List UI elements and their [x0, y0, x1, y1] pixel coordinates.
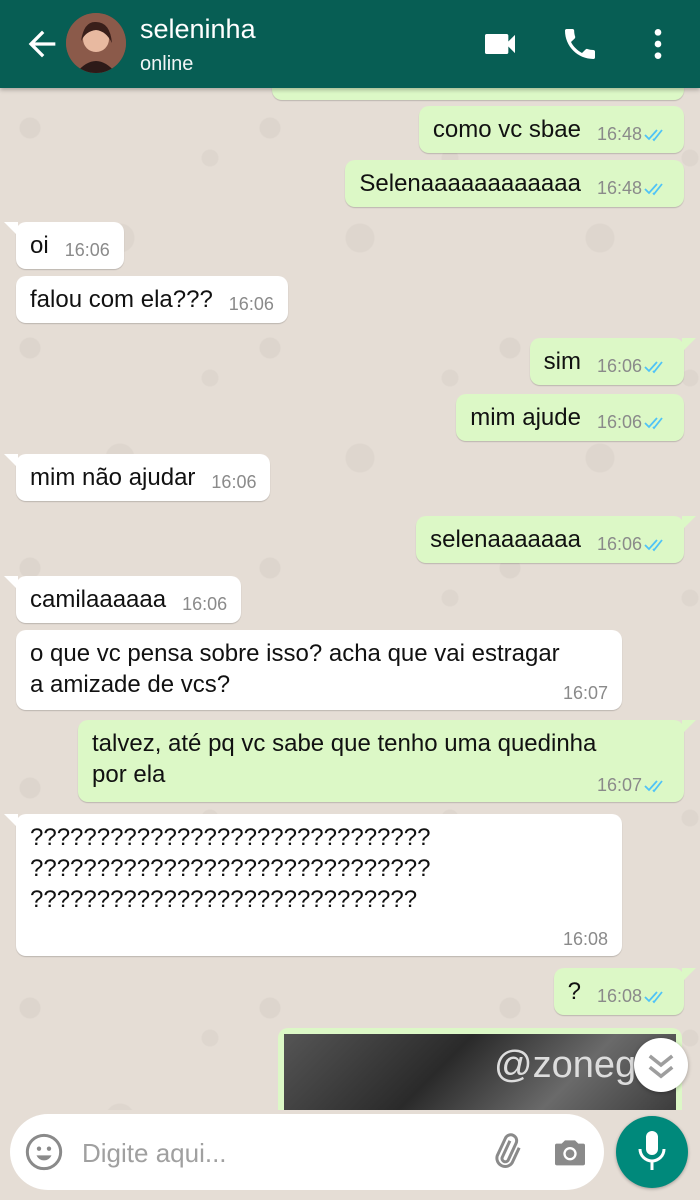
message-text: selenaaaaaaa — [430, 526, 581, 553]
message-time: 16:08 — [597, 986, 670, 1007]
message-bubble-partial — [272, 88, 684, 100]
double-check-icon — [644, 417, 663, 430]
camera-icon[interactable] — [550, 1132, 590, 1172]
message-time: 16:48 — [597, 124, 670, 145]
double-check-icon — [644, 780, 663, 793]
message-bubble[interactable]: mim não ajudar 16:06 — [3, 454, 271, 501]
message-time: 16:08 — [562, 929, 608, 949]
scroll-down-icon — [648, 1054, 674, 1079]
double-check-icon — [644, 129, 663, 142]
scroll-down-button[interactable] — [634, 1038, 688, 1092]
avatar[interactable] — [66, 13, 126, 73]
message-time: 16:06 — [597, 356, 670, 377]
double-check-icon — [644, 183, 663, 196]
message-time: 16:07 — [562, 683, 608, 703]
double-check-icon — [644, 991, 663, 1004]
message-text: Selenaaaaaaaaaaaa — [359, 170, 581, 197]
message-bubble[interactable]: oi 16:06 — [4, 222, 124, 269]
message-time: 16:06 — [228, 294, 274, 314]
paperclip-icon[interactable] — [486, 1132, 526, 1172]
microphone-button[interactable] — [616, 1116, 688, 1188]
message-time: 16:06 — [182, 594, 228, 614]
message-bubble[interactable]: sim 16:06 — [529, 338, 697, 385]
message-time: 16:06 — [64, 240, 110, 260]
contact-status: online — [140, 53, 194, 75]
emoji-icon[interactable] — [24, 1132, 64, 1172]
back-arrow-icon[interactable] — [22, 24, 62, 64]
message-bubble[interactable]: ? 16:08 — [553, 968, 697, 1015]
message-bubble[interactable]: Selenaaaaaaaaaaaa 16:48 — [345, 160, 684, 207]
message-text: falou com ela??? — [30, 286, 213, 313]
message-bubble[interactable]: selenaaaaaaa 16:06 — [416, 516, 696, 563]
message-bubble[interactable]: ?????????????????????????????? ?????????… — [4, 814, 622, 956]
message-time: 16:06 — [597, 534, 670, 555]
message-text: oi — [30, 232, 49, 259]
message-time: 16:07 — [597, 775, 670, 796]
message-time: 16:06 — [211, 472, 257, 492]
chat-header: seleninha online — [0, 0, 700, 88]
video-call-icon[interactable] — [480, 24, 520, 64]
message-bubble[interactable]: o que vc pensa sobre isso? acha que vai … — [16, 630, 622, 710]
message-text: ? — [567, 978, 581, 1005]
contact-name[interactable]: seleninha — [140, 14, 256, 45]
more-vert-icon[interactable] — [638, 24, 678, 64]
microphone-icon — [638, 1131, 666, 1170]
message-input-bar: Digite aqui... — [10, 1114, 604, 1190]
message-input[interactable]: Digite aqui... — [82, 1138, 227, 1169]
message-text: talvez, até pq vc sabe que tenho uma que… — [92, 730, 597, 788]
chat-area[interactable]: como vc sbae 16:48 Selenaaaaaaaaaaaa 16:48… — [0, 88, 700, 1110]
message-text: mim não ajudar — [30, 464, 196, 491]
message-bubble[interactable]: talvez, até pq vc sabe que tenho uma que… — [78, 720, 696, 802]
message-bubble[interactable]: falou com ela??? 16:06 — [16, 276, 288, 323]
message-text: sim — [543, 348, 581, 375]
image-thumbnail[interactable]: @zoneg — [284, 1034, 676, 1110]
message-text: camilaaaaaa — [30, 586, 167, 613]
image-message[interactable]: @zoneg — [278, 1028, 682, 1110]
message-text: como vc sbae — [432, 116, 581, 143]
image-watermark: @zoneg — [494, 1044, 637, 1086]
message-bubble[interactable]: camilaaaaaa 16:06 — [3, 576, 242, 623]
phone-icon[interactable] — [560, 24, 600, 64]
double-check-icon — [644, 361, 663, 374]
message-bubble[interactable]: como vc sbae 16:48 — [418, 106, 684, 153]
message-time: 16:48 — [597, 178, 670, 199]
double-check-icon — [644, 539, 663, 552]
message-text: o que vc pensa sobre isso? acha que vai … — [30, 640, 560, 698]
message-bubble[interactable]: mim ajude 16:06 — [456, 394, 684, 441]
message-time: 16:06 — [597, 412, 670, 433]
message-text: ?????????????????????????????? ?????????… — [30, 824, 431, 913]
message-text: mim ajude — [470, 404, 581, 431]
